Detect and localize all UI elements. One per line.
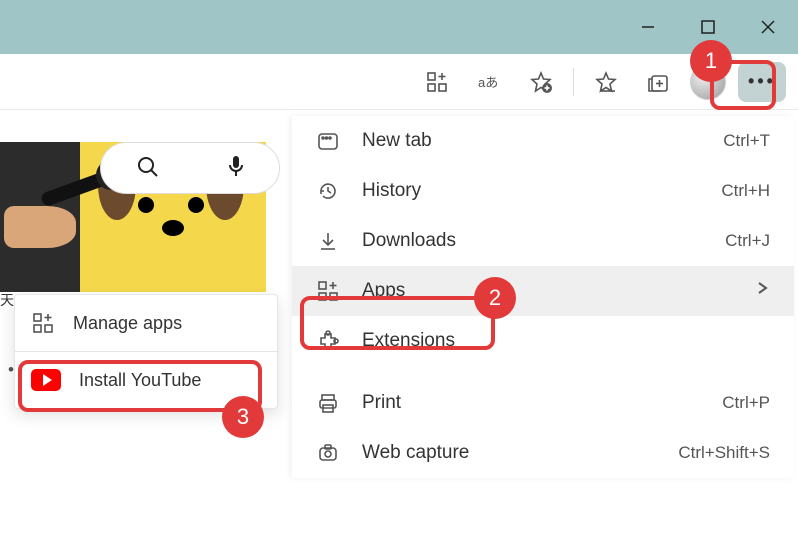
search-capsule xyxy=(100,142,280,194)
menu-label: Web capture xyxy=(362,442,656,464)
apps-submenu: Manage apps Install YouTube xyxy=(14,294,278,409)
star-plus-icon xyxy=(530,71,552,93)
menu-separator xyxy=(292,366,794,378)
maximize-icon xyxy=(700,19,716,35)
minimize-icon xyxy=(640,19,656,35)
extensions-hub-button[interactable] xyxy=(417,62,457,102)
translate-icon: aあ xyxy=(478,71,500,93)
star-lines-icon xyxy=(595,71,617,93)
grid-plus-icon xyxy=(426,71,448,93)
svg-text:aあ: aあ xyxy=(478,75,498,90)
menu-label: Apps xyxy=(362,280,732,302)
downloads-icon xyxy=(316,229,340,253)
translate-button[interactable]: aあ xyxy=(469,62,509,102)
menu-web-capture[interactable]: Web capture Ctrl+Shift+S xyxy=(292,428,794,478)
profile-avatar[interactable] xyxy=(690,64,726,100)
toolbar-divider xyxy=(573,68,574,96)
new-tab-icon xyxy=(316,129,340,153)
submenu-separator xyxy=(15,351,277,352)
apps-icon xyxy=(316,279,340,303)
page-text-jp: 天 xyxy=(0,290,14,310)
menu-label: New tab xyxy=(362,130,701,152)
browser-toolbar: aあ ••• xyxy=(0,54,798,110)
collections-button[interactable] xyxy=(638,62,678,102)
history-icon xyxy=(316,179,340,203)
voice-search-icon[interactable] xyxy=(227,155,245,182)
menu-shortcut: Ctrl+T xyxy=(723,131,770,151)
menu-label: History xyxy=(362,180,699,202)
menu-shortcut: Ctrl+P xyxy=(722,393,770,413)
maximize-button[interactable] xyxy=(678,0,738,54)
ellipsis-icon: ••• xyxy=(748,71,776,92)
menu-print[interactable]: Print Ctrl+P xyxy=(292,378,794,428)
menu-shortcut: Ctrl+H xyxy=(721,181,770,201)
submenu-install-youtube[interactable]: Install YouTube xyxy=(15,356,277,404)
menu-shortcut: Ctrl+J xyxy=(725,231,770,251)
menu-apps[interactable]: Apps xyxy=(292,266,794,316)
settings-menu: New tab Ctrl+T History Ctrl+H Downloads … xyxy=(292,116,794,478)
window-titlebar xyxy=(0,0,798,54)
menu-label: Downloads xyxy=(362,230,703,252)
menu-new-tab[interactable]: New tab Ctrl+T xyxy=(292,116,794,166)
submenu-manage-apps[interactable]: Manage apps xyxy=(15,299,277,347)
menu-label: Extensions xyxy=(362,330,770,352)
menu-downloads[interactable]: Downloads Ctrl+J xyxy=(292,216,794,266)
extensions-icon xyxy=(316,329,340,353)
close-icon xyxy=(760,19,776,35)
search-icon[interactable] xyxy=(136,155,158,182)
close-button[interactable] xyxy=(738,0,798,54)
submenu-label: Manage apps xyxy=(73,313,261,334)
print-icon xyxy=(316,391,340,415)
menu-extensions[interactable]: Extensions xyxy=(292,316,794,366)
web-capture-icon xyxy=(316,441,340,465)
settings-and-more-button[interactable]: ••• xyxy=(738,62,786,102)
favorites-button[interactable] xyxy=(586,62,626,102)
collections-icon xyxy=(647,71,669,93)
menu-label: Print xyxy=(362,392,700,414)
menu-history[interactable]: History Ctrl+H xyxy=(292,166,794,216)
add-favorite-button[interactable] xyxy=(521,62,561,102)
chevron-right-icon xyxy=(754,280,770,302)
apps-icon xyxy=(31,311,55,335)
menu-shortcut: Ctrl+Shift+S xyxy=(678,443,770,463)
youtube-icon xyxy=(31,369,61,391)
minimize-button[interactable] xyxy=(618,0,678,54)
submenu-label: Install YouTube xyxy=(79,370,261,391)
